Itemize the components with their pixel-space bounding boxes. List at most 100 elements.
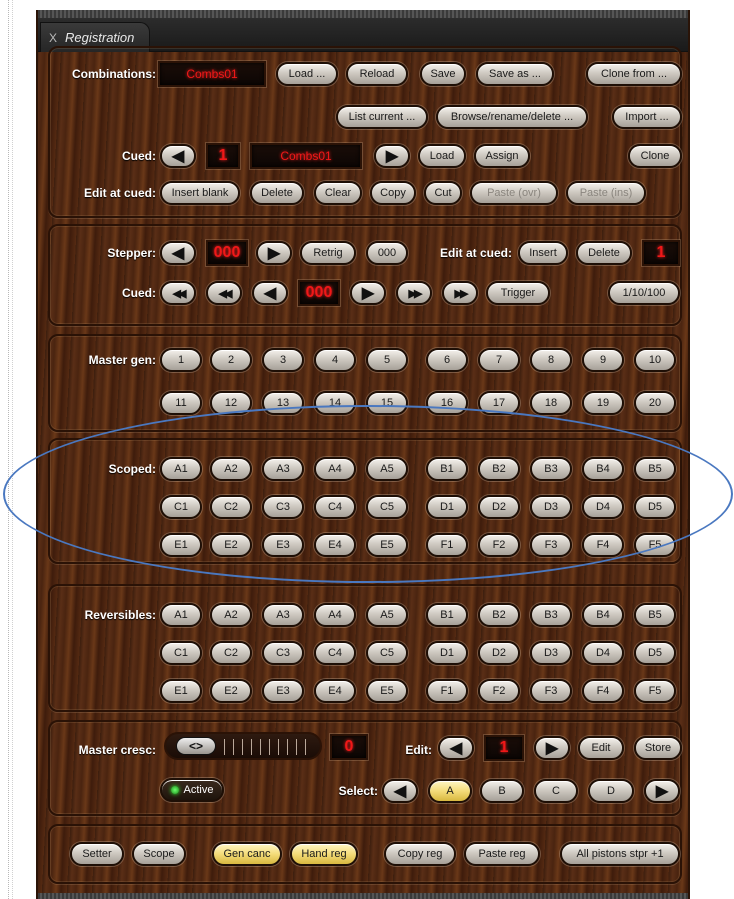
cresc-next-button[interactable]: ▶ <box>534 736 570 760</box>
reversible-c2-button[interactable]: C2 <box>210 641 252 665</box>
master-gen-8-button[interactable]: 8 <box>530 348 572 372</box>
reversible-b4-button[interactable]: B4 <box>582 603 624 627</box>
scoped-c4-button[interactable]: C4 <box>314 495 356 519</box>
import-button[interactable]: Import ... <box>612 105 682 129</box>
reload-button[interactable]: Reload <box>346 62 408 86</box>
reversible-c5-button[interactable]: C5 <box>366 641 408 665</box>
reversible-d5-button[interactable]: D5 <box>634 641 676 665</box>
scoped-a1-button[interactable]: A1 <box>160 457 202 481</box>
master-cresc-slider[interactable]: <> <box>164 732 322 760</box>
load-combinations-button[interactable]: Load ... <box>276 62 338 86</box>
reversible-d4-button[interactable]: D4 <box>582 641 624 665</box>
reversible-e4-button[interactable]: E4 <box>314 679 356 703</box>
scope-button[interactable]: Scope <box>132 842 186 866</box>
reversible-b1-button[interactable]: B1 <box>426 603 468 627</box>
master-gen-4-button[interactable]: 4 <box>314 348 356 372</box>
scoped-d1-button[interactable]: D1 <box>426 495 468 519</box>
reversible-c4-button[interactable]: C4 <box>314 641 356 665</box>
master-gen-17-button[interactable]: 17 <box>478 391 520 415</box>
master-gen-16-button[interactable]: 16 <box>426 391 468 415</box>
master-gen-5-button[interactable]: 5 <box>366 348 408 372</box>
stepper-first-button[interactable]: ◀◀ <box>160 281 196 305</box>
stepper-prev-button[interactable]: ◀ <box>160 241 196 265</box>
reversible-a1-button[interactable]: A1 <box>160 603 202 627</box>
master-gen-14-button[interactable]: 14 <box>314 391 356 415</box>
clone-button[interactable]: Clone <box>628 144 682 168</box>
copy-button[interactable]: Copy <box>370 181 416 205</box>
scoped-f3-button[interactable]: F3 <box>530 533 572 557</box>
reversible-e5-button[interactable]: E5 <box>366 679 408 703</box>
paste-insert-button[interactable]: Paste (ins) <box>566 181 646 205</box>
stepper-back-button[interactable]: ◀ <box>252 281 288 305</box>
master-gen-6-button[interactable]: 6 <box>426 348 468 372</box>
reversible-d3-button[interactable]: D3 <box>530 641 572 665</box>
scoped-f5-button[interactable]: F5 <box>634 533 676 557</box>
all-pistons-stepper-button[interactable]: All pistons stpr +1 <box>560 842 680 866</box>
master-gen-7-button[interactable]: 7 <box>478 348 520 372</box>
reversible-a3-button[interactable]: A3 <box>262 603 304 627</box>
stepper-back-ten-button[interactable]: ◀◀ <box>206 281 242 305</box>
scoped-a5-button[interactable]: A5 <box>366 457 408 481</box>
cresc-edit-button[interactable]: Edit <box>578 736 624 760</box>
scoped-d3-button[interactable]: D3 <box>530 495 572 519</box>
paste-reg-button[interactable]: Paste reg <box>464 842 540 866</box>
scoped-f1-button[interactable]: F1 <box>426 533 468 557</box>
reversible-e3-button[interactable]: E3 <box>262 679 304 703</box>
close-icon[interactable]: X <box>49 31 57 45</box>
hand-reg-button[interactable]: Hand reg <box>290 842 358 866</box>
cresc-store-button[interactable]: Store <box>634 736 682 760</box>
cut-button[interactable]: Cut <box>424 181 462 205</box>
master-gen-11-button[interactable]: 11 <box>160 391 202 415</box>
reversible-f3-button[interactable]: F3 <box>530 679 572 703</box>
reversible-b5-button[interactable]: B5 <box>634 603 676 627</box>
scoped-b5-button[interactable]: B5 <box>634 457 676 481</box>
scoped-d2-button[interactable]: D2 <box>478 495 520 519</box>
reversible-f2-button[interactable]: F2 <box>478 679 520 703</box>
master-gen-2-button[interactable]: 2 <box>210 348 252 372</box>
cued-load-button[interactable]: Load <box>418 144 466 168</box>
scoped-c2-button[interactable]: C2 <box>210 495 252 519</box>
scoped-b4-button[interactable]: B4 <box>582 457 624 481</box>
scoped-d5-button[interactable]: D5 <box>634 495 676 519</box>
clear-button[interactable]: Clear <box>314 181 362 205</box>
master-gen-20-button[interactable]: 20 <box>634 391 676 415</box>
select-d-button[interactable]: D <box>588 779 634 803</box>
reversible-f1-button[interactable]: F1 <box>426 679 468 703</box>
reversible-f5-button[interactable]: F5 <box>634 679 676 703</box>
stepper-forward-button[interactable]: ▶ <box>350 281 386 305</box>
scoped-e4-button[interactable]: E4 <box>314 533 356 557</box>
select-b-button[interactable]: B <box>480 779 524 803</box>
scoped-f2-button[interactable]: F2 <box>478 533 520 557</box>
scoped-e3-button[interactable]: E3 <box>262 533 304 557</box>
scoped-c1-button[interactable]: C1 <box>160 495 202 519</box>
scoped-b3-button[interactable]: B3 <box>530 457 572 481</box>
scoped-c3-button[interactable]: C3 <box>262 495 304 519</box>
insert-blank-button[interactable]: Insert blank <box>160 181 240 205</box>
save-as-button[interactable]: Save as ... <box>476 62 554 86</box>
scoped-f4-button[interactable]: F4 <box>582 533 624 557</box>
reversible-c3-button[interactable]: C3 <box>262 641 304 665</box>
master-gen-13-button[interactable]: 13 <box>262 391 304 415</box>
stepper-zero-button[interactable]: 000 <box>366 241 408 265</box>
master-gen-9-button[interactable]: 9 <box>582 348 624 372</box>
select-prev-button[interactable]: ◀ <box>382 779 418 803</box>
stepper-insert-button[interactable]: Insert <box>518 241 568 265</box>
cued-next-button[interactable]: ▶ <box>374 144 410 168</box>
scoped-e1-button[interactable]: E1 <box>160 533 202 557</box>
reversible-f4-button[interactable]: F4 <box>582 679 624 703</box>
stepper-delete-button[interactable]: Delete <box>576 241 632 265</box>
reversible-c1-button[interactable]: C1 <box>160 641 202 665</box>
trigger-button[interactable]: Trigger <box>486 281 550 305</box>
select-a-button[interactable]: A <box>428 779 472 803</box>
step-size-button[interactable]: 1/10/100 <box>608 281 680 305</box>
list-current-button[interactable]: List current ... <box>336 105 428 129</box>
reversible-b2-button[interactable]: B2 <box>478 603 520 627</box>
scoped-a4-button[interactable]: A4 <box>314 457 356 481</box>
scoped-a2-button[interactable]: A2 <box>210 457 252 481</box>
reversible-a2-button[interactable]: A2 <box>210 603 252 627</box>
scoped-b2-button[interactable]: B2 <box>478 457 520 481</box>
assign-button[interactable]: Assign <box>474 144 530 168</box>
scoped-e2-button[interactable]: E2 <box>210 533 252 557</box>
reversible-d1-button[interactable]: D1 <box>426 641 468 665</box>
master-gen-1-button[interactable]: 1 <box>160 348 202 372</box>
